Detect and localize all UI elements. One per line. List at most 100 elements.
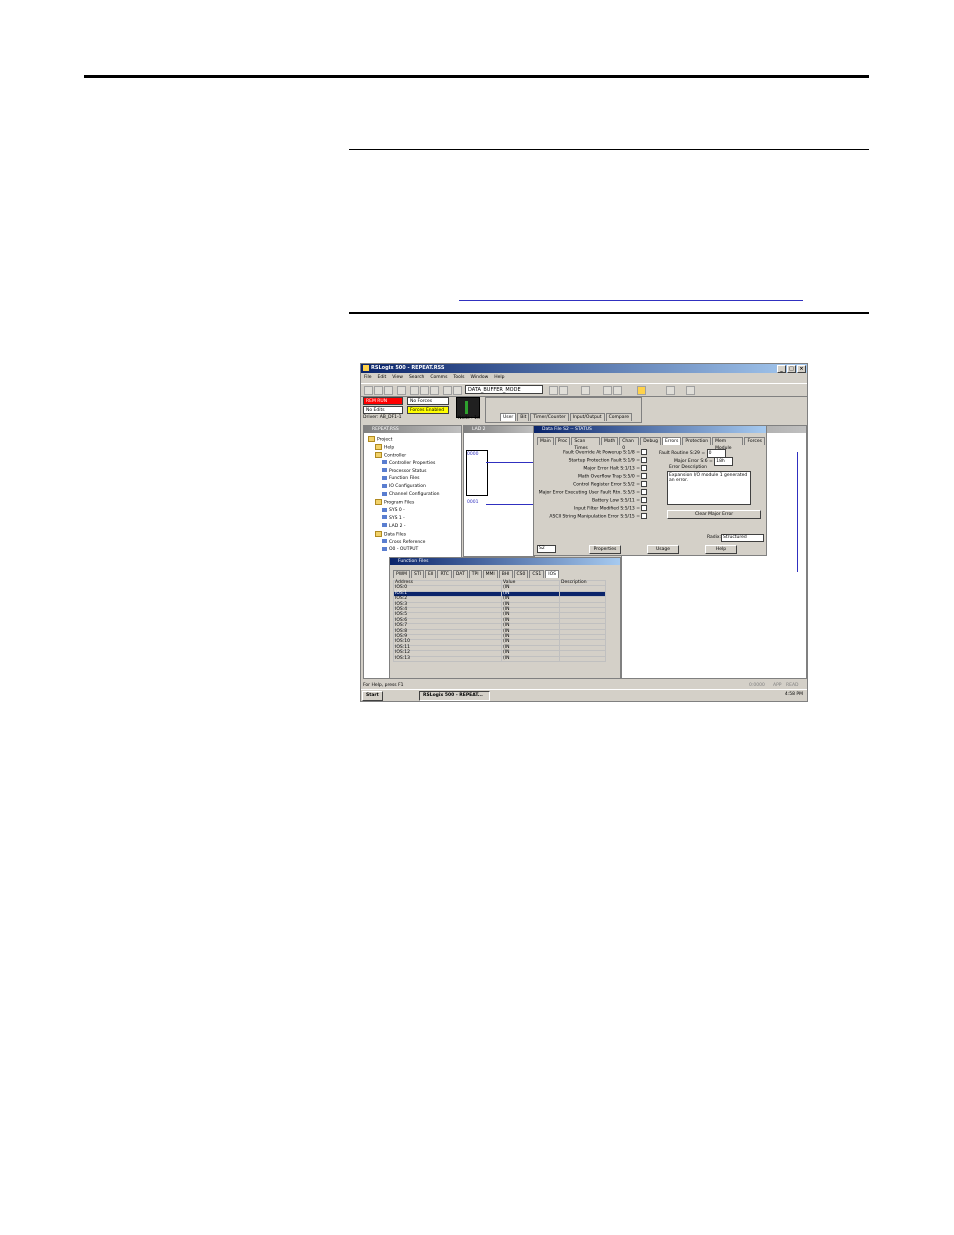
find-next-icon[interactable] [559, 386, 568, 395]
open-icon[interactable] [374, 386, 383, 395]
usage-button[interactable]: Usage [647, 545, 679, 554]
properties-button[interactable]: Properties [589, 545, 621, 554]
tree-item[interactable]: SYS 0 - [368, 507, 439, 515]
tab-math[interactable]: Math [600, 437, 619, 445]
tab-errors[interactable]: Errors [662, 437, 682, 445]
menu-comms[interactable]: Comms [430, 374, 447, 382]
tab-eii[interactable]: EII [424, 570, 437, 578]
edits-indicator[interactable]: No Edits [363, 406, 403, 414]
error-field-checkbox[interactable] [641, 489, 647, 495]
tab-scan-times[interactable]: Scan Times [571, 437, 600, 451]
error-field-checkbox[interactable] [641, 457, 647, 463]
error-field-checkbox[interactable] [641, 513, 647, 519]
tab-sti[interactable]: STI [411, 570, 424, 578]
search-combo[interactable]: DATA_BUFFER_MODE [465, 385, 543, 394]
error-field-checkbox[interactable] [641, 465, 647, 471]
hyperlink-underline[interactable] [459, 300, 803, 301]
tab-protection[interactable]: Protection [682, 437, 712, 445]
function-files-dialog: Function Files PWM STI EII RTC DAT TPI MMI BHI C… [389, 557, 621, 679]
rung-wire [486, 504, 534, 505]
error-field-label: ASCII String Manipulation Error S:5/15 = [549, 514, 640, 520]
menu-tools[interactable]: Tools [453, 374, 464, 382]
tree-item[interactable]: Processor Status [368, 468, 439, 476]
maximize-button[interactable]: □ [787, 365, 796, 373]
tab-compare[interactable]: Compare [605, 413, 632, 421]
tab-main[interactable]: Main [537, 437, 554, 445]
tree-item[interactable]: Function Files [368, 475, 439, 483]
close-button[interactable]: × [797, 365, 806, 373]
clear-major-error-button[interactable]: Clear Major Error [667, 510, 761, 519]
tab-dat[interactable]: DAT [452, 570, 468, 578]
menu-search[interactable]: Search [409, 374, 424, 382]
error-field-checkbox[interactable] [641, 449, 647, 455]
taskbar-rslogix-button[interactable]: RSLogix 500 - REPEAT... [419, 691, 490, 701]
undo-icon[interactable] [443, 386, 452, 395]
tree-item[interactable]: Help [368, 443, 439, 452]
tab-debug[interactable]: Debug [640, 437, 662, 445]
tab-proc[interactable]: Proc [554, 437, 571, 445]
error-field-checkbox[interactable] [641, 473, 647, 479]
minimize-button[interactable]: _ [777, 365, 786, 373]
tab-pwm[interactable]: PWM [393, 570, 411, 578]
tree-item[interactable]: Project [368, 436, 439, 444]
tab-rtc[interactable]: RTC [437, 570, 452, 578]
tab-ios[interactable]: IOS [545, 570, 559, 578]
find-icon[interactable] [549, 386, 558, 395]
error-description-box[interactable]: Expansion I/O module 1 generated an erro… [667, 471, 751, 505]
menu-window[interactable]: Window [471, 374, 489, 382]
tree-item[interactable]: O0 - OUTPUT [368, 546, 439, 554]
zoom-in-icon[interactable] [603, 386, 612, 395]
tree-item[interactable]: Controller Properties [368, 460, 439, 468]
rung-number[interactable]: 0001 [467, 500, 478, 505]
tree-item[interactable]: SYS 1 - [368, 515, 439, 523]
tab-bit[interactable]: Bit [517, 413, 530, 421]
tree-item[interactable]: Program Files [368, 499, 439, 507]
zoom-out-icon[interactable] [613, 386, 622, 395]
major-error-field[interactable]: 18h [714, 457, 734, 466]
tab-mem-module[interactable]: Mem Module [712, 437, 744, 451]
menu-view[interactable]: View [392, 374, 403, 382]
mode-indicator[interactable]: REM RUN [363, 397, 403, 405]
paste-icon[interactable] [430, 386, 439, 395]
tab-timer-counter[interactable]: Timer/Counter [530, 413, 569, 421]
back-icon[interactable] [666, 386, 675, 395]
forward-icon[interactable] [686, 386, 695, 395]
tab-mmi[interactable]: MMI [482, 570, 498, 578]
tab-input-output[interactable]: Input/Output [569, 413, 605, 421]
menu-file[interactable]: File [364, 374, 372, 382]
tree-item[interactable]: LAD 2 - [368, 523, 439, 531]
save-icon[interactable] [384, 386, 393, 395]
radix-select[interactable]: Structured [721, 534, 764, 542]
tab-forces[interactable]: Forces [744, 437, 765, 445]
forces-indicator[interactable]: No Forces [407, 397, 449, 405]
help-button[interactable]: Help [705, 545, 737, 554]
tab-bhi[interactable]: BHI [498, 570, 513, 578]
copy-icon[interactable] [420, 386, 429, 395]
tree-item[interactable]: Data Files [368, 530, 439, 539]
error-field-checkbox[interactable] [641, 497, 647, 503]
new-icon[interactable] [364, 386, 373, 395]
tab-cs1[interactable]: CS1 [529, 570, 545, 578]
menu-help[interactable]: Help [494, 374, 504, 382]
tab-cs0[interactable]: CS0 [513, 570, 529, 578]
help-icon[interactable] [637, 386, 646, 395]
forces-enabled-indicator[interactable]: Forces Enabled [407, 406, 449, 414]
table-row[interactable]: IOS:13 (IN [393, 655, 606, 663]
tab-chan-0[interactable]: Chan 0 [619, 437, 640, 451]
cut-icon[interactable] [410, 386, 419, 395]
tree-item-label: IO Configuration [389, 484, 426, 490]
verify-icon[interactable] [581, 386, 590, 395]
tree-item[interactable]: Controller [368, 451, 439, 460]
tree-item[interactable]: IO Configuration [368, 483, 439, 491]
error-field-checkbox[interactable] [641, 505, 647, 511]
tab-user[interactable]: User [500, 413, 517, 421]
menu-edit[interactable]: Edit [378, 374, 387, 382]
error-field-checkbox[interactable] [641, 481, 647, 487]
address-field[interactable]: S2 [537, 545, 556, 553]
tree-item[interactable]: Channel Configuration [368, 491, 439, 499]
start-button[interactable]: Start [362, 691, 383, 701]
tab-tpi[interactable]: TPI [468, 570, 482, 578]
redo-icon[interactable] [453, 386, 462, 395]
tree-item[interactable]: Cross Reference [368, 539, 439, 547]
print-icon[interactable] [397, 386, 406, 395]
